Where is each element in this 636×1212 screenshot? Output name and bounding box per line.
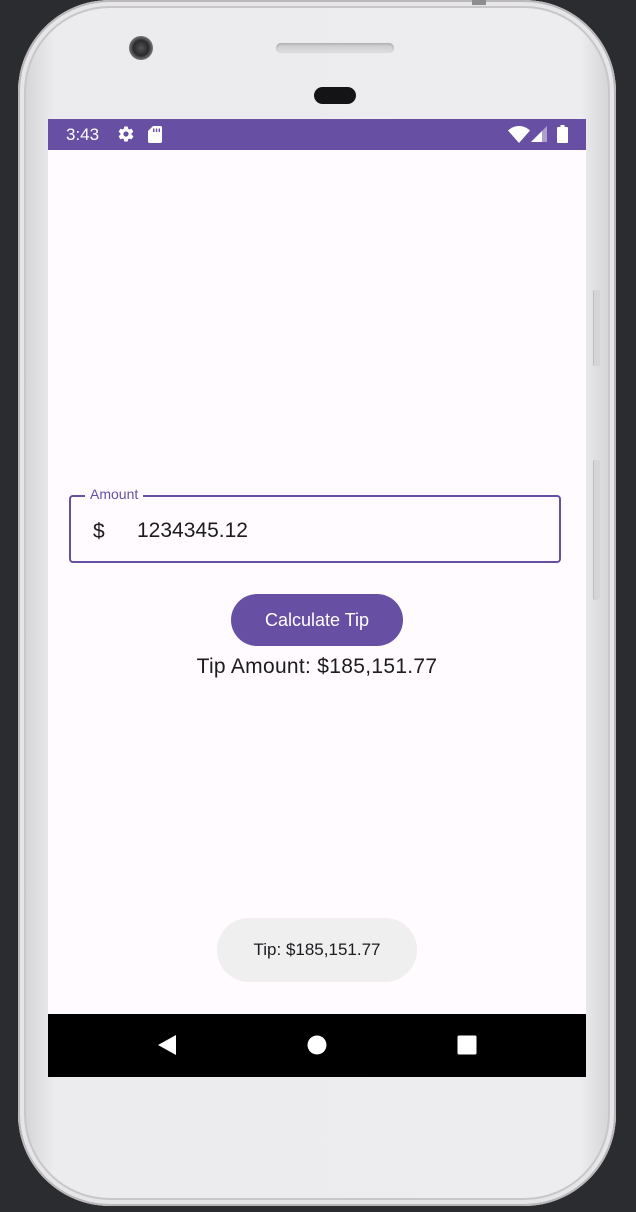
currency-prefix: $ (93, 520, 105, 543)
home-icon[interactable] (306, 1034, 328, 1056)
earpiece-speaker (276, 43, 394, 53)
front-camera (129, 36, 153, 60)
amount-field[interactable]: Amount $ (69, 485, 561, 563)
status-time: 3:43 (66, 125, 100, 144)
sd-card-icon (148, 126, 162, 143)
app-screen: 3:43 Amount $ Calculate Tip Tip Amount: … (48, 119, 586, 1077)
side-button-lower (593, 460, 600, 600)
tip-toast: Tip: $185,151.77 (217, 918, 417, 982)
wifi-icon (508, 126, 530, 143)
proximity-sensor (314, 87, 356, 104)
amount-field-label: Amount (85, 485, 144, 503)
gear-icon (118, 126, 134, 142)
battery-icon (557, 125, 568, 143)
cell-signal-icon (531, 126, 547, 142)
tip-amount-text: Tip Amount: $185,151.77 (196, 655, 438, 678)
calculate-tip-button[interactable]: Calculate Tip (231, 594, 403, 646)
status-bar: 3:43 (48, 119, 586, 150)
back-icon[interactable] (156, 1034, 178, 1056)
recents-icon[interactable] (456, 1034, 478, 1056)
navigation-bar (48, 1014, 586, 1077)
amount-input[interactable] (137, 519, 537, 543)
side-button-upper (593, 290, 600, 366)
power-button (472, 0, 486, 5)
